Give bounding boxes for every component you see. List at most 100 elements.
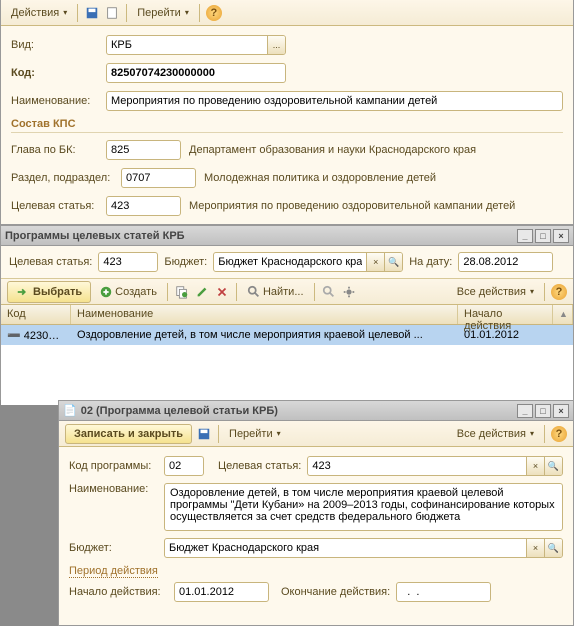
close-button[interactable]: × bbox=[553, 229, 569, 243]
cel-input-wrap: × 🔍 bbox=[307, 456, 563, 476]
glava-desc: Департамент образования и науки Краснода… bbox=[189, 144, 476, 156]
cel-filter-input[interactable] bbox=[99, 254, 158, 270]
select-button[interactable]: Выбрать bbox=[7, 281, 91, 303]
all-actions-menu[interactable]: Все действия bbox=[453, 284, 538, 300]
create-button[interactable]: Создать bbox=[95, 283, 161, 301]
code-label: Код программы: bbox=[69, 460, 164, 472]
separator bbox=[314, 283, 315, 301]
find-clear-icon[interactable] bbox=[321, 284, 337, 300]
naim-label: Наименование: bbox=[69, 483, 164, 495]
naim-textarea[interactable]: Оздоровление детей, в том числе мероприя… bbox=[164, 483, 563, 531]
list-toolbar: Выбрать Создать Найти... Все действия ? bbox=[1, 279, 573, 305]
cel-search-button[interactable]: 🔍 bbox=[544, 457, 562, 475]
cell-date: 01.01.2012 bbox=[458, 327, 553, 343]
close-button[interactable]: × bbox=[553, 404, 569, 418]
budget-filter-input[interactable] bbox=[214, 254, 366, 270]
date-filter-wrap: 📅 bbox=[458, 252, 553, 272]
find-button[interactable]: Найти... bbox=[243, 283, 308, 301]
help-icon[interactable]: ? bbox=[206, 5, 222, 21]
separator bbox=[218, 425, 219, 443]
separator bbox=[126, 4, 127, 22]
table: Код Наименование Начало действия ▲ ➖ 423… bbox=[1, 305, 573, 405]
cel-input[interactable] bbox=[107, 198, 181, 214]
th-name[interactable]: Наименование bbox=[71, 305, 458, 324]
save-icon[interactable] bbox=[84, 5, 100, 21]
cel-desc: Мероприятия по проведению оздоровительно… bbox=[189, 200, 515, 212]
cel-label: Целевая статья: bbox=[218, 460, 301, 472]
glava-input-wrap: ... 🔍 bbox=[106, 140, 181, 160]
cel-input[interactable] bbox=[308, 458, 526, 474]
razdel-input[interactable] bbox=[122, 170, 196, 186]
edit-icon[interactable] bbox=[194, 284, 210, 300]
save-close-button[interactable]: Записать и закрыть bbox=[65, 424, 192, 444]
date-filter-input[interactable] bbox=[459, 254, 553, 270]
vid-lookup-button[interactable]: ... bbox=[267, 36, 285, 54]
kod-input[interactable] bbox=[107, 65, 285, 81]
actions-menu[interactable]: Действия bbox=[7, 5, 71, 21]
budget-clear-button[interactable]: × bbox=[366, 253, 384, 271]
end-input[interactable] bbox=[397, 584, 491, 600]
cel-label: Целевая статья: bbox=[11, 200, 106, 212]
cel-filter-label: Целевая статья: bbox=[9, 256, 92, 268]
th-code[interactable]: Код bbox=[1, 305, 71, 324]
budget-filter-label: Бюджет: bbox=[164, 256, 207, 268]
delete-icon[interactable] bbox=[214, 284, 230, 300]
form-area: Код программы: Целевая статья: × 🔍 Наиме… bbox=[59, 447, 573, 617]
maximize-button[interactable]: □ bbox=[535, 404, 551, 418]
table-row[interactable]: ➖ 4230200 Оздоровление детей, в том числ… bbox=[1, 325, 573, 345]
help-icon[interactable]: ? bbox=[551, 284, 567, 300]
kod-label: Код: bbox=[11, 67, 106, 79]
window-title: 02 (Программа целевой статьи КРБ) bbox=[81, 405, 278, 417]
period-toggle[interactable]: Период действия bbox=[69, 565, 158, 578]
th-start[interactable]: Начало действия bbox=[458, 305, 553, 324]
code-input[interactable] bbox=[165, 458, 204, 474]
copy-icon[interactable] bbox=[174, 284, 190, 300]
program-list-window: Программы целевых статей КРБ _ □ × Целев… bbox=[0, 225, 574, 400]
budget-search-button[interactable]: 🔍 bbox=[384, 253, 402, 271]
separator bbox=[167, 283, 168, 301]
budget-clear-button[interactable]: × bbox=[526, 539, 544, 557]
budget-input-wrap: × 🔍 bbox=[164, 538, 563, 558]
glava-input[interactable] bbox=[107, 142, 181, 158]
kod-input-wrap bbox=[106, 63, 286, 83]
code-input-wrap bbox=[164, 456, 204, 476]
cel-clear-button[interactable]: × bbox=[526, 457, 544, 475]
save-icon[interactable] bbox=[196, 426, 212, 442]
minimize-button[interactable]: _ bbox=[517, 229, 533, 243]
page-icon[interactable] bbox=[104, 5, 120, 21]
separator bbox=[77, 4, 78, 22]
budget-filter-wrap: × 🔍 bbox=[213, 252, 403, 272]
naim-input[interactable] bbox=[107, 93, 562, 109]
vid-input[interactable] bbox=[107, 37, 267, 53]
settings-icon[interactable] bbox=[341, 284, 357, 300]
goto-menu[interactable]: Перейти bbox=[225, 426, 285, 442]
end-label: Окончание действия: bbox=[281, 586, 390, 598]
cell-code: ➖ 4230200 bbox=[1, 327, 71, 344]
goto-menu[interactable]: Перейти bbox=[133, 5, 193, 21]
separator bbox=[199, 4, 200, 22]
date-filter-label: На дату: bbox=[409, 256, 452, 268]
separator bbox=[544, 283, 545, 301]
budget-input[interactable] bbox=[165, 540, 526, 556]
minimize-button[interactable]: _ bbox=[517, 404, 533, 418]
sort-asc-icon: ▲ bbox=[559, 309, 568, 319]
budget-search-button[interactable]: 🔍 bbox=[544, 539, 562, 557]
razdel-input-wrap: ... 🔍 bbox=[121, 168, 196, 188]
table-header: Код Наименование Начало действия ▲ bbox=[1, 305, 573, 325]
form-area: Вид: ... Код: Наименование: Состав КПС Г… bbox=[1, 26, 573, 231]
razdel-label: Раздел, подраздел: bbox=[11, 172, 121, 184]
budget-label: Бюджет: bbox=[69, 542, 164, 554]
start-input[interactable] bbox=[175, 584, 269, 600]
separator bbox=[544, 425, 545, 443]
window-title: Программы целевых статей КРБ bbox=[5, 230, 185, 242]
program-edit-window: 📄 02 (Программа целевой статьи КРБ) _ □ … bbox=[58, 400, 574, 626]
cel-filter-wrap bbox=[98, 252, 158, 272]
all-actions-menu[interactable]: Все действия bbox=[453, 426, 538, 442]
glava-label: Глава по БК: bbox=[11, 144, 106, 156]
th-sort[interactable]: ▲ bbox=[553, 305, 573, 324]
maximize-button[interactable]: □ bbox=[535, 229, 551, 243]
end-input-wrap: 📅 bbox=[396, 582, 491, 602]
start-input-wrap: 📅 bbox=[174, 582, 269, 602]
cel-input-wrap: ... 🔍 bbox=[106, 196, 181, 216]
help-icon[interactable]: ? bbox=[551, 426, 567, 442]
